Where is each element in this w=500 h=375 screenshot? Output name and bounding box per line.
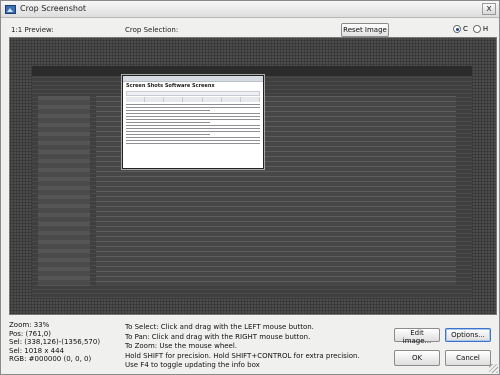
- edit-image-button[interactable]: Edit image...: [394, 328, 440, 345]
- help-line: Use F4 to toggle updating the info box: [125, 361, 260, 369]
- help-line: To Zoom: Use the mouse wheel.: [125, 342, 238, 350]
- radio-h[interactable]: [472, 25, 481, 33]
- selection-text-line: [126, 137, 260, 138]
- zoom-readout: Zoom: 33%: [9, 321, 50, 329]
- selection-text-line: [126, 140, 260, 141]
- close-icon[interactable]: x: [482, 3, 496, 15]
- cancel-button[interactable]: Cancel: [445, 350, 491, 366]
- crop-canvas[interactable]: Screen Shots Software Screenx: [9, 37, 497, 315]
- rgb-readout: RGB: #000000 (0, 0, 0): [9, 355, 92, 363]
- selection-text-line: [126, 134, 210, 135]
- screenshot-app-icon: [5, 5, 16, 14]
- selection-text-line: [126, 122, 210, 123]
- ok-button[interactable]: OK: [394, 350, 440, 366]
- help-line: To Pan: Click and drag with the RIGHT mo…: [125, 332, 311, 341]
- selection-text-line: [126, 104, 260, 105]
- selection-text-line: [126, 143, 260, 144]
- selection-heading: Screen Shots Software Screenx: [126, 83, 215, 89]
- crop-screenshot-dialog: Crop Screenshot x 1:1 Preview: Crop Sele…: [0, 0, 500, 375]
- selection-text-line: [126, 125, 260, 126]
- selection-range-readout: Sel: (338,126)-(1356,570): [9, 338, 101, 346]
- position-readout: Pos: (761,0): [9, 329, 51, 338]
- selection-text-line: [126, 128, 260, 129]
- screenshot-sidebar: [38, 96, 90, 286]
- crop-selection-rectangle[interactable]: Screen Shots Software Screenx: [122, 75, 264, 169]
- radio-c-label: C: [463, 25, 468, 33]
- selection-text-line: [126, 116, 260, 117]
- resize-grip-icon[interactable]: [489, 364, 498, 373]
- selection-text-line: [126, 113, 260, 114]
- selection-text-line: [126, 107, 260, 108]
- title-bar[interactable]: Crop Screenshot x: [1, 1, 499, 18]
- help-line: Hold SHIFT for precision. Hold SHIFT+CON…: [125, 351, 360, 360]
- radio-h-label: H: [482, 25, 489, 33]
- window-title: Crop Screenshot: [20, 4, 86, 13]
- info-box: Zoom: 33% Pos: (761,0) Sel: (338,126)-(1…: [9, 321, 114, 364]
- selection-toolbar: [126, 97, 260, 102]
- preview-label: 1:1 Preview:: [11, 26, 54, 34]
- help-text: To Select: Click and drag with the LEFT …: [125, 323, 405, 371]
- selection-size-readout: Sel: 1018 x 444: [9, 346, 65, 355]
- preview-mode-radios: C H: [453, 25, 493, 33]
- reset-image-button[interactable]: Reset Image: [341, 23, 389, 37]
- selection-text-line: [126, 110, 210, 111]
- selection-text-line: [126, 119, 260, 120]
- help-line: To Select: Click and drag with the LEFT …: [125, 323, 314, 331]
- radio-c[interactable]: [453, 25, 461, 33]
- selection-address-bar: [126, 91, 260, 96]
- crop-selection-label: Crop Selection:: [125, 26, 179, 34]
- options-button[interactable]: Options...: [445, 328, 491, 342]
- selection-text-line: [126, 131, 260, 132]
